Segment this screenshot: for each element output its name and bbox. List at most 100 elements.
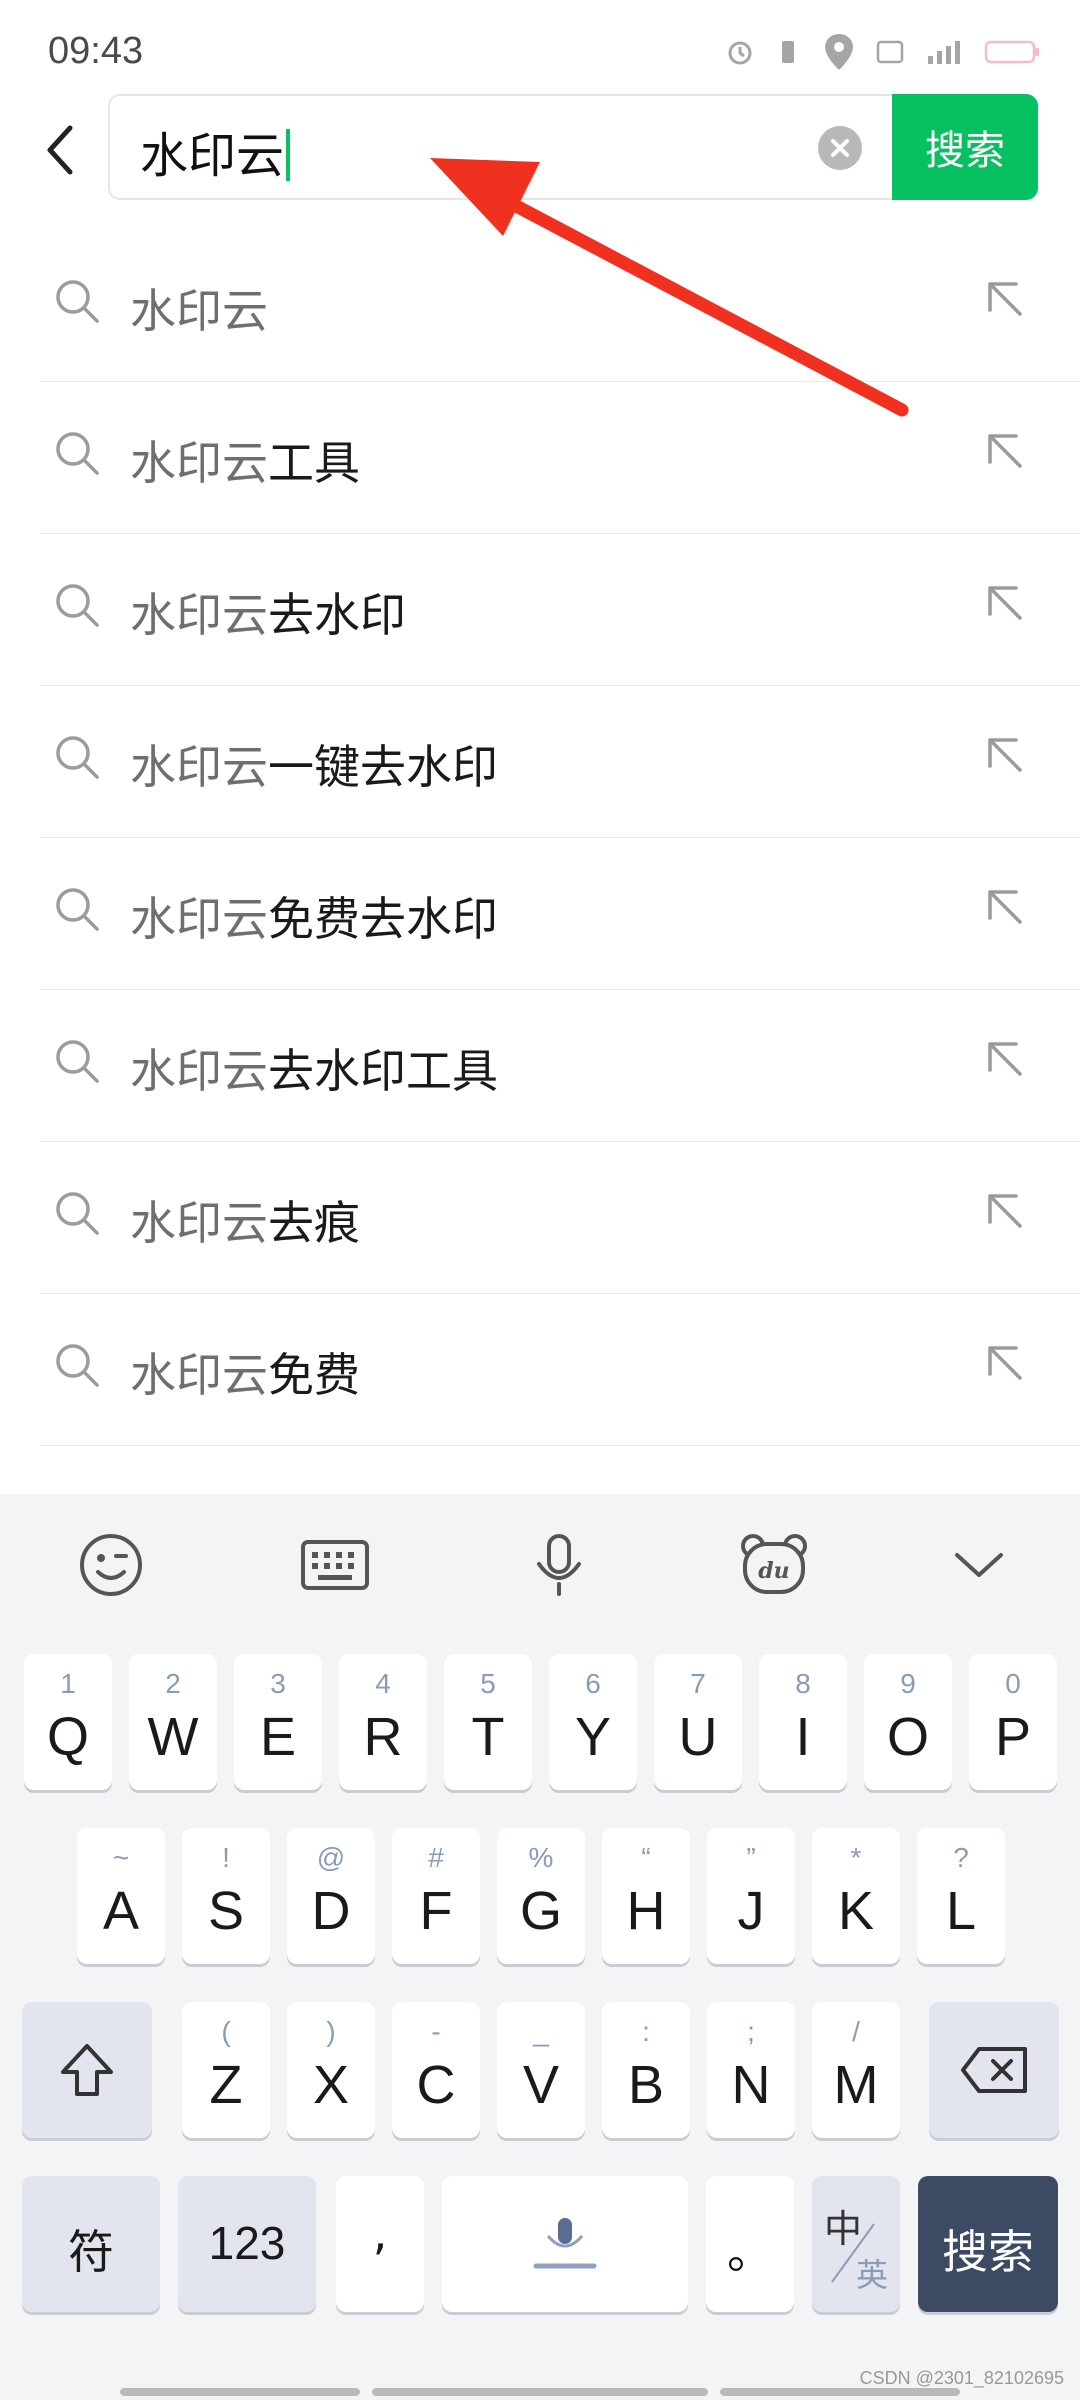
key-letter: S (207, 1881, 245, 1941)
key-letter: Y (574, 1707, 612, 1767)
voice-input-button[interactable] (524, 1530, 594, 1600)
arrow-up-left-icon[interactable] (980, 1338, 1028, 1386)
signal-icon (928, 41, 960, 64)
suggestion-item[interactable]: 水印云 (40, 230, 1080, 382)
key-letter: F (419, 1881, 453, 1941)
key-w[interactable]: 2W (129, 1654, 217, 1790)
search-icon (56, 1344, 99, 1387)
enter-label: 搜索 (942, 2225, 1034, 2279)
key-o[interactable]: 9O (864, 1654, 952, 1790)
key-hint: ? (953, 1842, 969, 1873)
lang-bottom-label: 英 (856, 2256, 889, 2294)
key-letter: N (731, 2055, 771, 2115)
key-letter: Z (209, 2055, 243, 2115)
key-z[interactable]: (Z (182, 2002, 270, 2138)
backspace-key[interactable] (929, 2002, 1059, 2138)
suggestion-item[interactable]: 水印云去痕 (40, 1142, 1080, 1294)
key-letter: B (627, 2055, 665, 2115)
key-u[interactable]: 7U (654, 1654, 742, 1790)
key-m[interactable]: / M (812, 2002, 900, 2138)
search-icon (56, 584, 99, 627)
svg-text:du: du (758, 1558, 789, 1584)
emoji-button[interactable] (76, 1530, 146, 1600)
arrow-up-left-icon[interactable] (980, 882, 1028, 930)
key-letter: I (795, 1707, 811, 1767)
key-hint: * (850, 1842, 862, 1873)
arrow-up-left-icon[interactable] (980, 730, 1028, 778)
key-b[interactable]: :B (602, 2002, 690, 2138)
suggestion-item[interactable]: 水印云去水印免费版 (40, 1446, 1080, 1494)
key-i[interactable]: 8I (759, 1654, 847, 1790)
comma-key[interactable]: , (336, 2176, 424, 2312)
key-hint: ; (747, 2016, 755, 2047)
key-l[interactable]: ? L (917, 1828, 1005, 1964)
search-icon (56, 280, 99, 323)
collapse-keyboard-button[interactable] (944, 1530, 1014, 1600)
key-v[interactable]: _ V (497, 2002, 585, 2138)
key-letter: G (519, 1881, 562, 1941)
watermark-text: CSDN @2301_82102695 (859, 2368, 1064, 2388)
key-h[interactable]: “H (602, 1828, 690, 1964)
location-icon (825, 34, 853, 70)
home-indicator[interactable] (372, 2388, 708, 2396)
arrow-up-left-icon[interactable] (980, 578, 1028, 626)
search-input[interactable]: 水印云 (108, 94, 892, 200)
keyboard-switch-button[interactable] (300, 1530, 370, 1600)
suggestion-item[interactable]: 水印云去水印工具 (40, 990, 1080, 1142)
key-y[interactable]: 6Y (549, 1654, 637, 1790)
key-n[interactable]: ; N (707, 2002, 795, 2138)
space-key[interactable] (442, 2176, 688, 2312)
status-time: 09:43 (48, 30, 144, 72)
key-k[interactable]: * K (812, 1828, 900, 1964)
suggestion-text: 水印云去痕 (130, 1187, 360, 1253)
suggestion-item[interactable]: 水印云一键去水印 (40, 686, 1080, 838)
key-letter: C (416, 2055, 456, 2115)
language-switch-key[interactable]: 中 英 (812, 2176, 900, 2312)
key-letter: H (626, 1881, 666, 1941)
arrow-up-left-icon[interactable] (980, 1034, 1028, 1082)
key-g[interactable]: % G (497, 1828, 585, 1964)
back-button[interactable] (30, 110, 90, 190)
key-x[interactable]: ) X (287, 2002, 375, 2138)
key-t[interactable]: 5T (444, 1654, 532, 1790)
key-hint: 3 (270, 1668, 286, 1699)
arrow-up-left-icon[interactable] (980, 1186, 1028, 1234)
key-hint: 4 (375, 1668, 391, 1699)
key-e[interactable]: 3E (234, 1654, 322, 1790)
arrow-up-left-icon[interactable] (980, 426, 1028, 474)
search-button[interactable]: 搜索 (892, 94, 1038, 200)
key-j[interactable]: ” J (707, 1828, 795, 1964)
key-q[interactable]: 1Q (24, 1654, 112, 1790)
key-s[interactable]: ! S (182, 1828, 270, 1964)
key-a[interactable]: ~ A (77, 1828, 165, 1964)
suggestion-query-part: 水印云 (130, 1196, 268, 1250)
key-letter: D (311, 1881, 351, 1941)
baidu-input-button[interactable]: du (739, 1530, 809, 1600)
shift-key[interactable] (22, 2002, 152, 2138)
key-c[interactable]: -C (392, 2002, 480, 2138)
numbers-key[interactable]: 123 (178, 2176, 316, 2312)
vibrate-icon (782, 41, 794, 63)
key-hint: 7 (690, 1668, 706, 1699)
key-letter: Q (46, 1707, 89, 1767)
clear-search-button[interactable] (818, 126, 862, 170)
hd-icon (876, 40, 904, 64)
arrow-up-left-icon[interactable] (980, 274, 1028, 322)
period-label: 。 (727, 2225, 773, 2279)
suggestion-item[interactable]: 水印云工具 (40, 382, 1080, 534)
suggestion-completion: 工具 (268, 436, 360, 490)
suggestion-item[interactable]: 水印云免费 (40, 1294, 1080, 1446)
period-key[interactable]: 。 (706, 2176, 794, 2312)
key-r[interactable]: 4R (339, 1654, 427, 1790)
suggestion-item[interactable]: 水印云去水印 (40, 534, 1080, 686)
enter-search-key[interactable]: 搜索 (918, 2176, 1058, 2312)
suggestion-text: 水印云去水印 (130, 579, 406, 645)
key-d[interactable]: @ D (287, 1828, 375, 1964)
key-hint: 5 (480, 1668, 496, 1699)
search-icon (56, 736, 99, 779)
shift-icon (61, 2044, 113, 2096)
key-f[interactable]: # F (392, 1828, 480, 1964)
suggestion-item[interactable]: 水印云免费去水印 (40, 838, 1080, 990)
key-p[interactable]: 0P (969, 1654, 1057, 1790)
symbols-key[interactable]: 符 (22, 2176, 160, 2312)
